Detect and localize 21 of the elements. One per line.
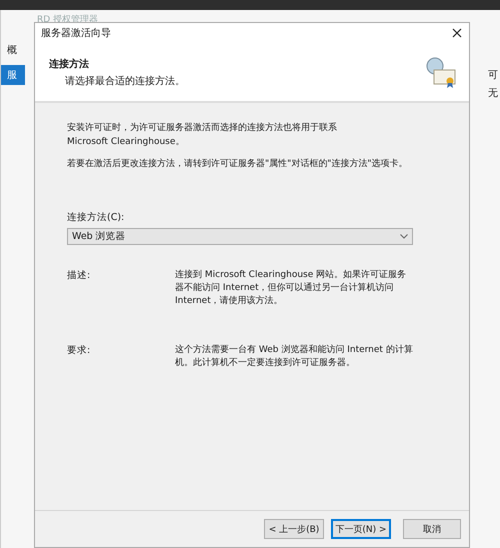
detail-text: 这个方法需要一台有 Web 浏览器和能访问 Internet 的计算机。此计算机不一定要连接到许可证服务器。 xyxy=(175,344,414,370)
sidebar-item[interactable]: 服 xyxy=(1,65,25,85)
table-cell-text: 无 xyxy=(488,87,498,100)
close-icon[interactable] xyxy=(452,28,462,38)
detail-text: 连接到 Microsoft Clearinghouse 网站。如果许可证服务器不能访问 Internet，但你可以通过另一台计算机访问 Internet，请使用该方法。 xyxy=(175,269,408,308)
instruction-text: 安装许可证时，为许可证服务器激活而选择的连接方法也将用于联系 Microsoft Clearinghouse。 xyxy=(67,122,338,149)
detail-label: 描述: xyxy=(67,269,92,283)
wizard-button[interactable]: 取消 xyxy=(403,519,461,539)
step-subtitle: 请选择最合适的连接方法。 xyxy=(64,74,185,88)
sidebar-item[interactable]: 概 xyxy=(1,40,25,60)
table-cell-text: 可 xyxy=(488,69,498,82)
method-dropdown[interactable]: Web 浏览器 xyxy=(67,228,413,245)
certificate-icon xyxy=(425,56,457,88)
wizard-button[interactable]: 下一页(N) > xyxy=(331,519,391,539)
instruction-text: 若要在激活后更改连接方法，请转到许可证服务器"属性"对话框的"连接方法"选项卡。 xyxy=(67,158,409,171)
detail-label: 要求: xyxy=(67,344,92,358)
step-title: 连接方法 xyxy=(49,57,90,70)
caret-icon xyxy=(400,234,408,239)
dialog-title: 服务器激活向导 xyxy=(41,27,111,40)
wizard-button[interactable]: < 上一步(B) xyxy=(264,519,324,539)
method-label: 连接方法(C): xyxy=(67,211,126,224)
